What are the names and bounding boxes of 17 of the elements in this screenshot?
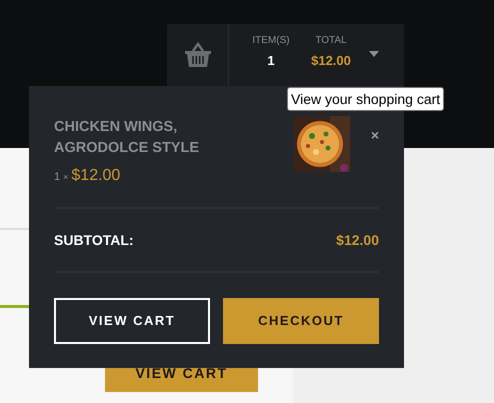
- cart-widget[interactable]: ITEM(S) 1 TOTAL $12.00: [167, 24, 404, 86]
- tooltip: View your shopping cart: [287, 87, 444, 111]
- total-label: TOTAL: [315, 36, 347, 46]
- caret-icon: [369, 51, 379, 57]
- subtotal-label: SUBTOTAL:: [54, 230, 134, 250]
- basket-icon: [184, 42, 212, 68]
- remove-button[interactable]: ×: [370, 127, 379, 143]
- total-amount: $12.00: [311, 54, 351, 67]
- product-name[interactable]: CHICKEN WINGS, AGRODOLCE STYLE: [54, 117, 254, 159]
- subtotal-amount: $12.00: [336, 230, 379, 250]
- product-price: $12.00: [71, 166, 120, 186]
- items-label: ITEM(S): [252, 36, 290, 46]
- checkout-button[interactable]: CHECKOUT: [223, 298, 379, 344]
- view-cart-button[interactable]: VIEW CART: [54, 298, 210, 344]
- times-sign: ×: [63, 171, 68, 184]
- quantity: 1: [54, 170, 60, 185]
- items-count: 1: [267, 54, 275, 67]
